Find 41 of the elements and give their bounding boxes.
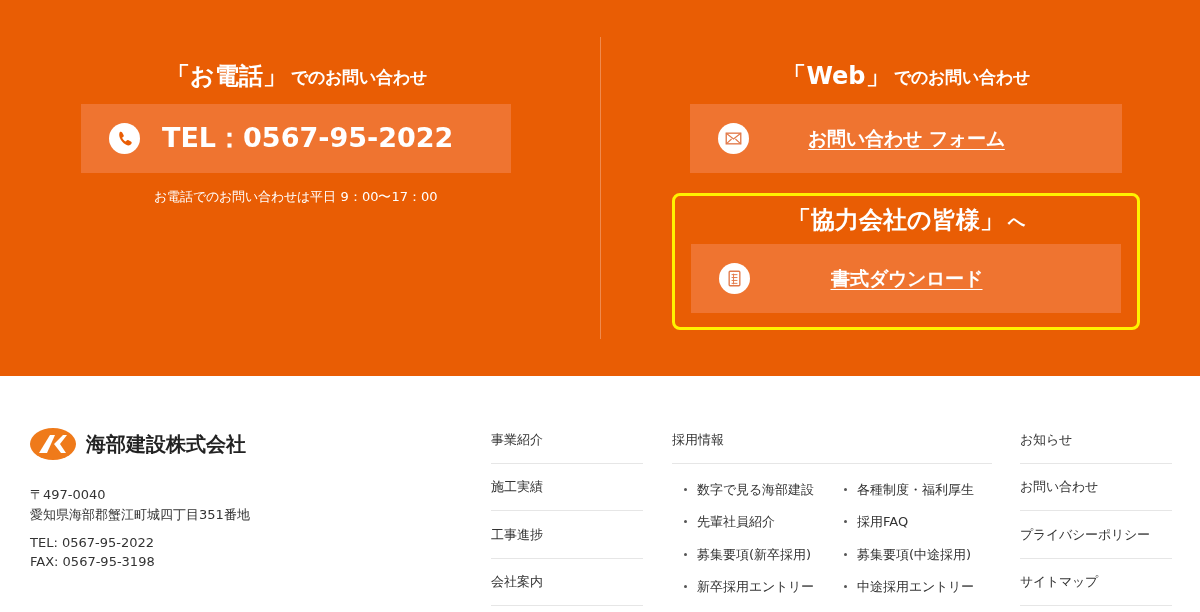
bullet-icon bbox=[844, 520, 847, 524]
bullet-icon bbox=[844, 585, 847, 589]
footer-link[interactable]: お問い合わせ bbox=[1020, 477, 1098, 497]
footer-sublink[interactable]: 各種制度・福利厚生 bbox=[857, 479, 974, 499]
logo-icon bbox=[30, 428, 76, 460]
phone-number: TEL: 0567-95-2022 bbox=[30, 534, 155, 552]
bullet-icon bbox=[684, 487, 687, 491]
footer-link[interactable]: 採用情報 bbox=[672, 429, 724, 449]
bullet-icon bbox=[684, 585, 687, 589]
footer-sublink[interactable]: 採用FAQ bbox=[857, 512, 909, 532]
footer-link[interactable]: プライバシーポリシー bbox=[1020, 524, 1150, 544]
bullet-icon bbox=[684, 520, 687, 524]
phone-icon bbox=[109, 123, 140, 154]
footer-sublink[interactable]: 中途採用エントリー bbox=[857, 577, 974, 597]
footer-link[interactable]: 施工実績 bbox=[491, 477, 543, 497]
bullet-icon bbox=[844, 487, 847, 491]
envelope-icon bbox=[718, 123, 749, 154]
bullet-icon bbox=[844, 552, 847, 556]
postal-code: 〒497-0040 bbox=[30, 486, 107, 504]
footer-link[interactable]: 工事進捗 bbox=[491, 524, 543, 544]
section-heading: 「お電話」 bbox=[165, 64, 287, 88]
bullet-icon bbox=[684, 552, 687, 556]
address: 愛知県海部郡蟹江町城四丁目351番地 bbox=[30, 506, 251, 524]
footer-sublink[interactable]: 募集要項(新卒採用) bbox=[697, 544, 812, 564]
section-heading-suffix: でのお問い合わせ bbox=[290, 69, 427, 88]
footer-sublink[interactable]: 募集要項(中途採用) bbox=[857, 544, 972, 564]
hours-note: お電話でのお問い合わせは平日 9：00〜17：00 bbox=[153, 188, 439, 206]
document-icon bbox=[719, 263, 750, 294]
section-heading: 「協力会社の皆様」 bbox=[787, 208, 1004, 232]
footer-sublink[interactable]: 新卒採用エントリー bbox=[697, 577, 814, 597]
company-name: 海部建設株式会社 bbox=[86, 431, 246, 458]
section-heading-suffix: へ bbox=[1008, 213, 1025, 232]
fax-number: FAX: 0567-95-3198 bbox=[30, 553, 156, 571]
footer-link[interactable]: 会社案内 bbox=[491, 572, 543, 592]
footer-link[interactable]: お知らせ bbox=[1020, 429, 1072, 449]
section-heading-suffix: でのお問い合わせ bbox=[893, 69, 1030, 88]
footer-link[interactable]: 事業紹介 bbox=[491, 429, 543, 449]
footer-link[interactable]: サイトマップ bbox=[1020, 572, 1098, 592]
footer-sublink[interactable]: 先輩社員紹介 bbox=[697, 512, 775, 532]
section-heading: 「Web」 bbox=[782, 64, 890, 88]
footer-sublink[interactable]: 数字で見る海部建設 bbox=[697, 479, 814, 499]
